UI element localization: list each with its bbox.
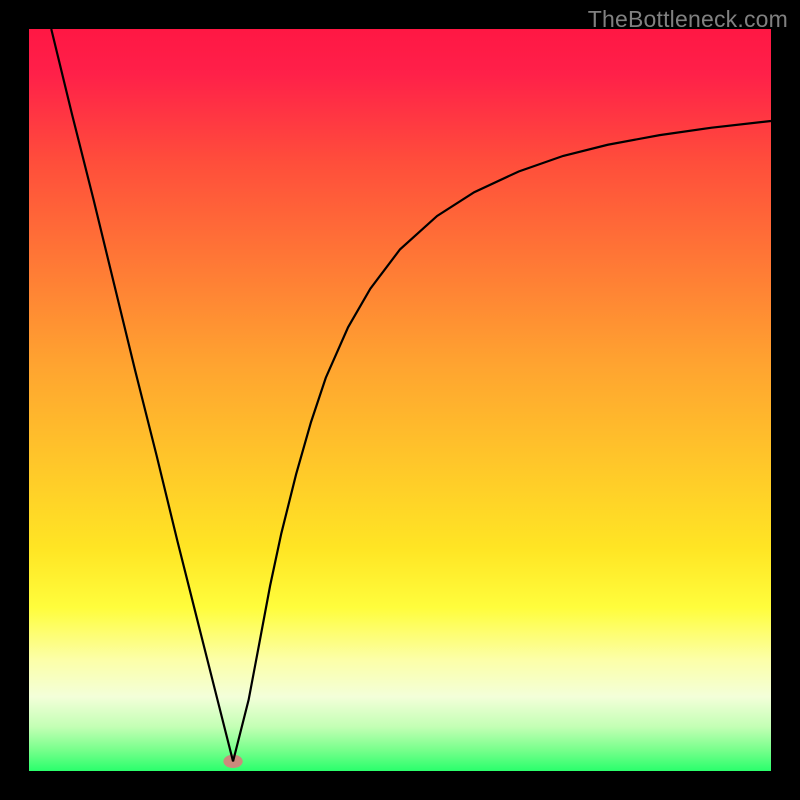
curve-path — [51, 29, 771, 761]
watermark-text: TheBottleneck.com — [588, 6, 788, 33]
curve-layer — [29, 29, 771, 771]
plot-area — [29, 29, 771, 771]
chart-frame: TheBottleneck.com — [0, 0, 800, 800]
